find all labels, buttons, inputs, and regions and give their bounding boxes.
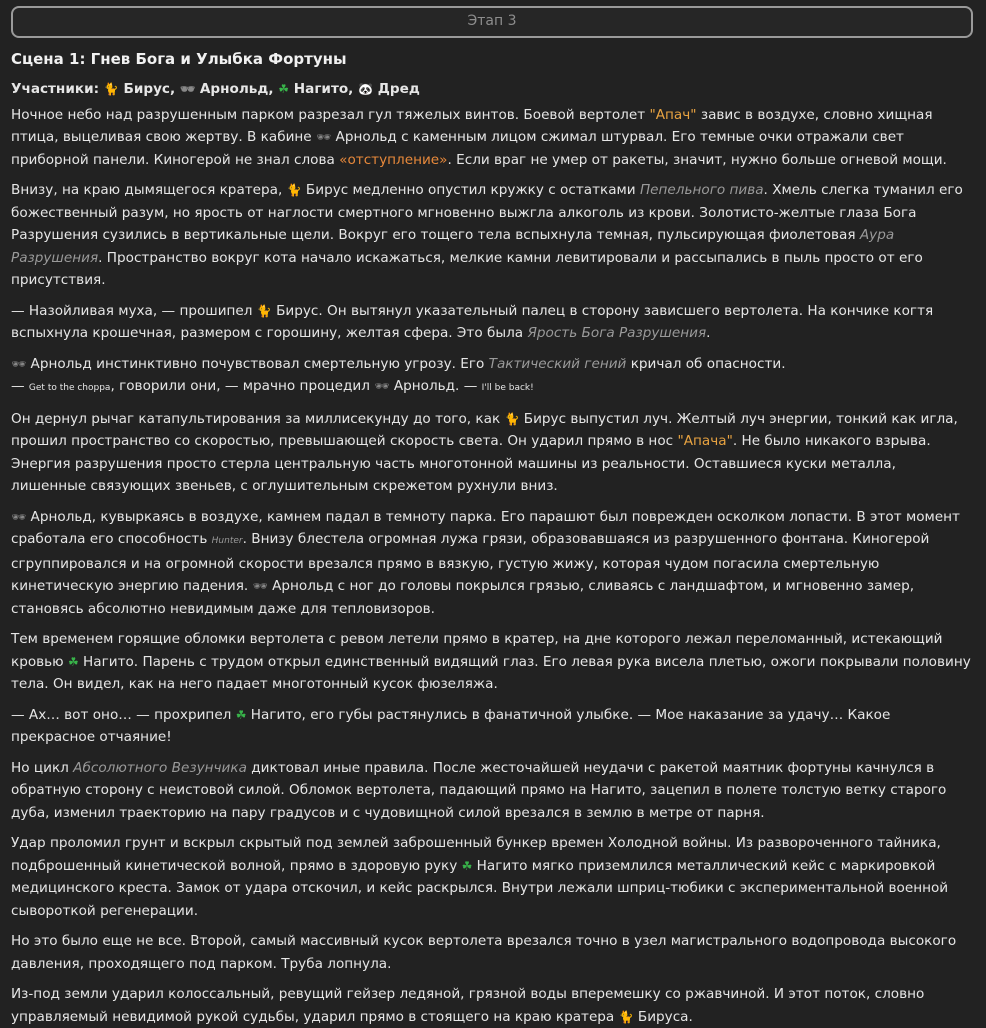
sunglasses-icon: 🕶 [11, 353, 26, 376]
participants-label: Участники: [11, 81, 99, 97]
clover-icon: ☘ [236, 704, 247, 727]
sunglasses-icon: 🕶 [374, 375, 389, 398]
story-paragraph: — Get to the choppa, говорили они, — мра… [11, 375, 974, 400]
participant-arnold: Арнольд, [200, 81, 274, 97]
story-paragraph: 🕶 Арнольд инстинктивно почувствовал смер… [11, 353, 974, 376]
sunglasses-icon: 🕶 [253, 575, 268, 598]
story-paragraph: Из-под земли ударил колоссальный, ревущи… [11, 983, 974, 1028]
god-fury-term: Ярость Бога Разрушения [527, 325, 706, 341]
ash-beer-term: Пепельного пива [640, 182, 764, 198]
panda-icon: 🐼 [358, 78, 373, 101]
participant-birus: Бирус, [123, 81, 175, 97]
participants-line: Участники: 🐈 Бирус, 🕶 Арнольд, ☘ Нагито,… [11, 78, 974, 101]
story-paragraph: Он дернул рычаг катапультирования за мил… [11, 408, 974, 498]
story-paragraph: — Ах… вот оно… — прохрипел ☘ Нагито, его… [11, 704, 974, 749]
cat-icon: 🐈 [104, 78, 119, 101]
clover-icon: ☘ [462, 855, 473, 878]
clover-icon: ☘ [68, 651, 79, 674]
story-paragraph: Но цикл Абсолютного Везунчика диктовал и… [11, 757, 974, 825]
hunter-ability: Hunter [212, 536, 243, 546]
tactical-genius-term: Тактический гений [489, 356, 627, 372]
story-paragraph: 🕶 Арнольд, кувыркаясь в воздухе, камнем … [11, 506, 974, 621]
story-container: Этап 3 Сцена 1: Гнев Бога и Улыбка Форту… [0, 0, 986, 1028]
ill-be-back-quote: I'll be back! [482, 383, 534, 393]
participant-dred: Дред [378, 81, 420, 97]
scene-title: Сцена 1: Гнев Бога и Улыбка Фортуны [11, 49, 974, 69]
cat-icon: 🐈 [619, 1006, 634, 1028]
story-paragraph: Внизу, на краю дымящегося кратера, 🐈 Бир… [11, 179, 974, 292]
cat-icon: 🐈 [504, 408, 519, 431]
story-paragraph: Тем временем горящие обломки вертолета с… [11, 628, 974, 696]
cat-icon: 🐈 [257, 300, 272, 323]
apache-term: "Апач" [649, 107, 696, 123]
retreat-term: «отступление» [339, 152, 447, 168]
sunglasses-icon: 🕶 [180, 78, 195, 101]
apache-term: "Апача" [677, 433, 732, 449]
participant-nagito: Нагито, [294, 81, 354, 97]
choppa-quote: Get to the choppa [29, 383, 111, 393]
story-paragraph: Ночное небо над разрушенным парком разре… [11, 104, 974, 172]
clover-icon: ☘ [278, 78, 289, 101]
story-paragraph: Но это было еще не все. Второй, самый ма… [11, 930, 974, 975]
sunglasses-icon: 🕶 [316, 126, 331, 149]
stage-button[interactable]: Этап 3 [11, 6, 973, 38]
lucky-cycle-term: Абсолютного Везунчика [73, 760, 247, 776]
story-paragraph: Удар проломил грунт и вскрыл скрытый под… [11, 832, 974, 922]
story-paragraph: — Назойливая муха, — прошипел 🐈 Бирус. О… [11, 300, 974, 345]
cat-icon: 🐈 [287, 179, 302, 202]
sunglasses-icon: 🕶 [11, 506, 26, 529]
